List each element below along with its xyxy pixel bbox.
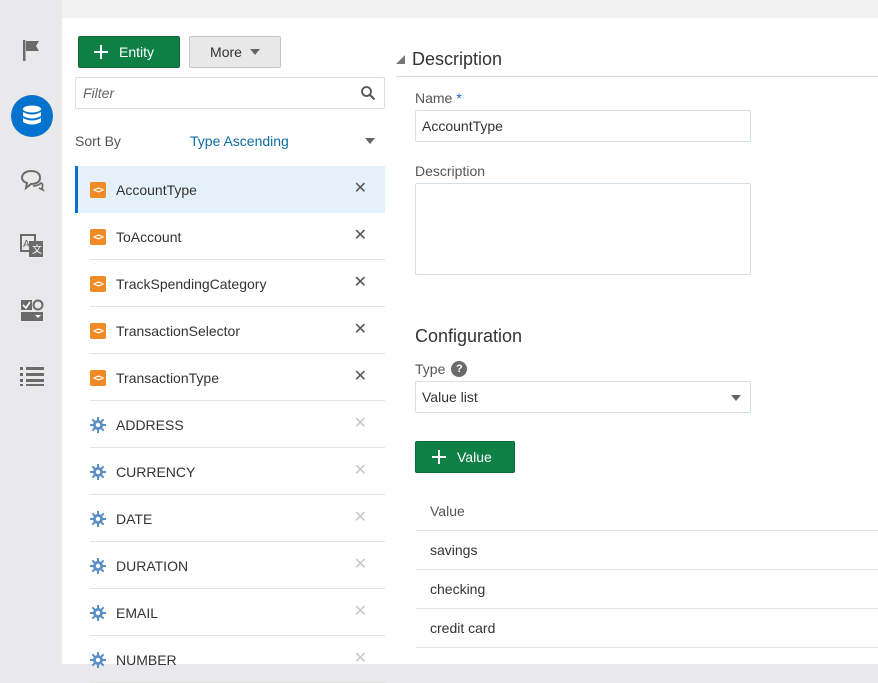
chat-icon[interactable] — [11, 159, 53, 201]
filter-field — [75, 77, 385, 109]
gear-icon — [90, 464, 106, 480]
close-icon[interactable]: ✕ — [354, 369, 367, 385]
plus-icon — [432, 450, 446, 464]
gear-icon — [90, 652, 106, 668]
add-entity-label: Entity — [119, 44, 155, 60]
close-icon[interactable]: ✕ — [354, 275, 367, 291]
search-icon[interactable] — [360, 85, 376, 101]
entity-name: TransactionSelector — [116, 322, 240, 339]
add-entity-button[interactable]: Entity — [78, 36, 180, 68]
type-label: Type ? — [415, 361, 468, 377]
entity-name: DURATION — [116, 557, 189, 574]
gear-icon — [90, 605, 106, 621]
table-row[interactable]: credit card — [416, 609, 878, 648]
custom-entity-icon: <> — [90, 370, 106, 386]
entity-list-item[interactable]: ADDRESS ✕ — [75, 401, 385, 448]
name-field[interactable]: AccountType — [415, 110, 751, 142]
custom-entity-icon: <> — [90, 229, 106, 245]
close-icon[interactable]: ✕ — [354, 322, 367, 338]
more-button[interactable]: More — [189, 36, 281, 68]
entity-list-item[interactable]: DATE ✕ — [75, 495, 385, 542]
close-icon[interactable]: ✕ — [354, 604, 367, 620]
collapse-triangle-icon[interactable] — [396, 55, 405, 64]
name-label-text: Name — [415, 90, 453, 106]
help-icon[interactable]: ? — [451, 361, 468, 377]
required-marker: * — [456, 90, 462, 106]
nav-rail: A文 — [0, 0, 62, 664]
chevron-down-icon — [731, 395, 741, 401]
top-bar — [62, 0, 878, 18]
gear-icon — [90, 558, 106, 574]
description-label: Description — [415, 163, 486, 179]
svg-text:文: 文 — [32, 243, 42, 256]
add-value-button[interactable]: Value — [415, 441, 515, 473]
custom-entity-icon: <> — [90, 323, 106, 339]
values-table-header: Value — [416, 492, 878, 531]
entity-name: DATE — [116, 510, 153, 527]
section-divider — [396, 76, 878, 77]
entity-name: TransactionType — [116, 369, 219, 386]
translate-icon[interactable]: A文 — [11, 225, 53, 267]
type-select[interactable]: Value list — [415, 381, 751, 413]
type-select-value: Value list — [422, 389, 478, 405]
table-row[interactable]: checking — [416, 570, 878, 609]
entity-name: ToAccount — [116, 228, 182, 245]
description-section-title: Description — [412, 49, 503, 69]
chevron-down-icon[interactable] — [365, 138, 375, 144]
plus-icon — [94, 45, 108, 59]
entity-name: EMAIL — [116, 604, 159, 621]
add-value-label: Value — [457, 449, 492, 465]
entity-list-item[interactable]: NUMBER ✕ — [75, 636, 385, 683]
entity-list: <> AccountType ✕ <> ToAccount ✕ <> TrackSpendin… — [75, 166, 385, 683]
close-icon[interactable]: ✕ — [354, 181, 367, 197]
type-label-text: Type — [415, 361, 446, 377]
entity-list-item[interactable]: CURRENCY ✕ — [75, 448, 385, 495]
close-icon[interactable]: ✕ — [354, 228, 367, 244]
entity-list-item[interactable]: <> TransactionSelector ✕ — [75, 307, 385, 354]
entity-list-item[interactable]: DURATION ✕ — [75, 542, 385, 589]
close-icon[interactable]: ✕ — [354, 416, 367, 432]
custom-entity-icon: <> — [90, 276, 106, 292]
sort-by-select[interactable]: Type Ascending — [190, 133, 289, 149]
chevron-down-icon — [249, 49, 260, 55]
entities-panel: Entity More Sort By Type Ascending <> Acc… — [62, 18, 878, 683]
entity-list-item[interactable]: EMAIL ✕ — [75, 589, 385, 636]
name-label: Name * — [415, 90, 462, 106]
entity-list-item[interactable]: <> ToAccount ✕ — [75, 213, 385, 260]
close-icon[interactable]: ✕ — [354, 510, 367, 526]
gear-icon — [90, 511, 106, 527]
values-table: Value savings checking credit card — [416, 492, 878, 648]
entity-name: NUMBER — [116, 651, 177, 668]
entity-list-item[interactable]: <> TrackSpendingCategory ✕ — [75, 260, 385, 307]
sort-by-label: Sort By — [75, 133, 121, 149]
flag-icon[interactable] — [11, 29, 53, 71]
table-row[interactable]: savings — [416, 531, 878, 570]
entity-name: AccountType — [116, 181, 197, 198]
custom-entity-icon: <> — [90, 182, 106, 198]
entity-list-item[interactable]: <> TransactionType ✕ — [75, 354, 385, 401]
filter-input[interactable] — [76, 78, 346, 108]
entity-list-item[interactable]: <> AccountType ✕ — [75, 166, 385, 213]
gear-icon — [90, 417, 106, 433]
entity-name: TrackSpendingCategory — [116, 275, 267, 292]
components-icon[interactable] — [11, 289, 53, 331]
database-icon[interactable] — [11, 95, 53, 137]
list-icon[interactable] — [11, 355, 53, 397]
description-field[interactable] — [415, 183, 751, 275]
entity-name: CURRENCY — [116, 463, 196, 480]
more-label: More — [210, 44, 242, 60]
close-icon[interactable]: ✕ — [354, 557, 367, 573]
configuration-section-title: Configuration — [415, 326, 523, 346]
entity-name: ADDRESS — [116, 416, 184, 433]
svg-text:A: A — [23, 239, 30, 250]
close-icon[interactable]: ✕ — [354, 463, 367, 479]
